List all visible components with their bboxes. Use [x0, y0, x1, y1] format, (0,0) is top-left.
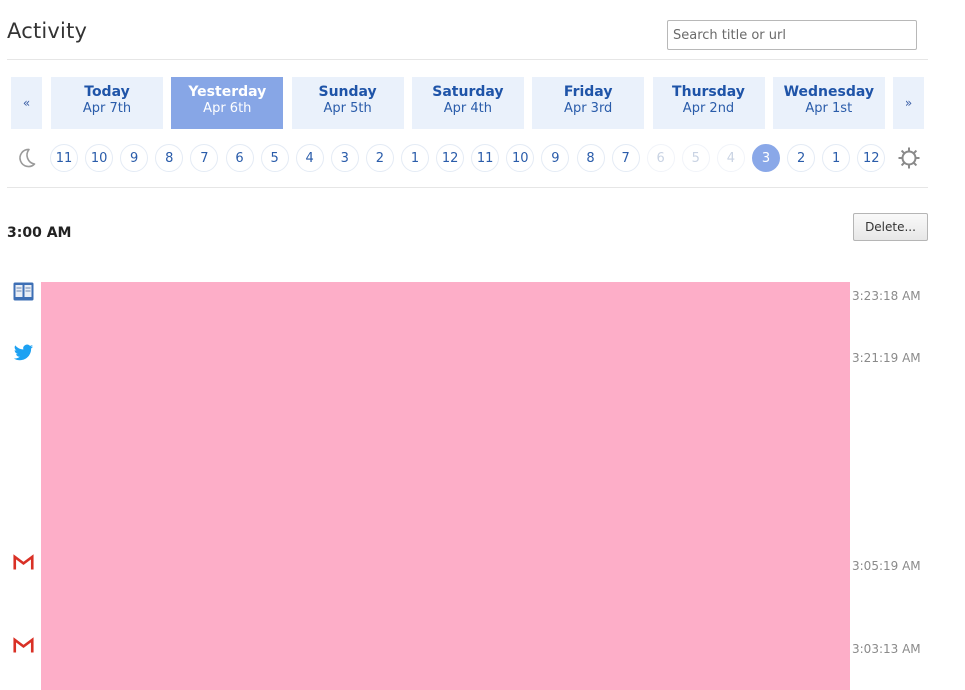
day-tab-name: Yesterday: [188, 84, 267, 100]
hour-button[interactable]: 3: [330, 144, 359, 172]
hour-button[interactable]: 4: [295, 144, 324, 172]
day-tab-today[interactable]: Today Apr 7th: [51, 77, 163, 129]
search-input[interactable]: [667, 20, 917, 50]
hour-button[interactable]: 7: [611, 144, 640, 172]
entry-timestamp: 3:23:18 AM: [852, 289, 921, 303]
entry-timestamp: 3:21:19 AM: [852, 351, 921, 365]
day-tab-name: Friday: [563, 84, 613, 100]
hour-button[interactable]: 5: [260, 144, 289, 172]
page-title: Activity: [7, 19, 88, 43]
delete-button[interactable]: Delete...: [853, 213, 928, 241]
hour-button[interactable]: 2: [787, 144, 816, 172]
hour-button[interactable]: 9: [120, 144, 149, 172]
divider: [7, 59, 928, 60]
hour-button[interactable]: 8: [576, 144, 605, 172]
entry-timestamp: 3:05:19 AM: [852, 559, 921, 573]
twitter-icon: [13, 344, 34, 361]
hour-button[interactable]: 3: [752, 144, 780, 172]
hour-button[interactable]: 11: [471, 144, 500, 172]
day-tab-name: Wednesday: [783, 84, 874, 100]
day-tab-date: Apr 7th: [82, 101, 132, 116]
day-tab-name: Today: [84, 84, 130, 100]
day-tab-date: Apr 3rd: [564, 101, 613, 116]
divider: [7, 187, 928, 188]
hour-button[interactable]: 10: [85, 144, 114, 172]
settings-gear-icon[interactable]: [897, 146, 921, 170]
section-hour-heading: 3:00 AM: [7, 225, 72, 241]
day-tab-name: Saturday: [432, 84, 504, 100]
day-tab-saturday[interactable]: Saturday Apr 4th: [411, 77, 524, 129]
day-tab-yesterday[interactable]: Yesterday Apr 6th: [171, 77, 284, 129]
next-days-button[interactable]: »: [893, 77, 924, 129]
hour-button[interactable]: 4: [716, 144, 745, 172]
reading-list-icon: [13, 282, 34, 301]
day-tab-date: Apr 6th: [203, 101, 252, 116]
hour-button[interactable]: 8: [155, 144, 184, 172]
hour-button[interactable]: 7: [190, 144, 219, 172]
hour-button[interactable]: 5: [681, 144, 710, 172]
entry-timestamp: 3:03:13 AM: [852, 642, 921, 656]
hour-button[interactable]: 11: [50, 144, 78, 172]
hour-button[interactable]: 2: [365, 144, 394, 172]
hour-button[interactable]: 9: [541, 144, 570, 172]
day-tab-wednesday[interactable]: Wednesday Apr 1st: [772, 77, 885, 129]
day-tab-sunday[interactable]: Sunday Apr 5th: [291, 77, 404, 129]
previous-days-button[interactable]: «: [11, 77, 42, 129]
day-tab-thursday[interactable]: Thursday Apr 2nd: [652, 77, 765, 129]
gmail-icon: [13, 554, 34, 570]
hour-button[interactable]: 1: [401, 144, 429, 172]
day-tab-date: Apr 4th: [443, 101, 492, 116]
day-tab-name: Thursday: [672, 84, 745, 100]
day-tab-date: Apr 2nd: [682, 101, 735, 116]
hour-button[interactable]: 12: [436, 144, 465, 172]
hour-button[interactable]: 12: [857, 144, 886, 172]
gmail-icon: [13, 637, 34, 653]
hour-button[interactable]: 6: [225, 144, 254, 172]
redacted-entries-area: [41, 282, 850, 690]
moon-icon[interactable]: [14, 146, 38, 170]
day-tab-date: Apr 1st: [805, 101, 853, 116]
hour-button[interactable]: 10: [506, 144, 535, 172]
day-tab-name: Sunday: [318, 84, 377, 100]
day-tab-friday[interactable]: Friday Apr 3rd: [532, 77, 645, 129]
hour-button[interactable]: 6: [646, 144, 675, 172]
day-tab-date: Apr 5th: [323, 101, 372, 116]
hour-button[interactable]: 1: [822, 144, 851, 172]
